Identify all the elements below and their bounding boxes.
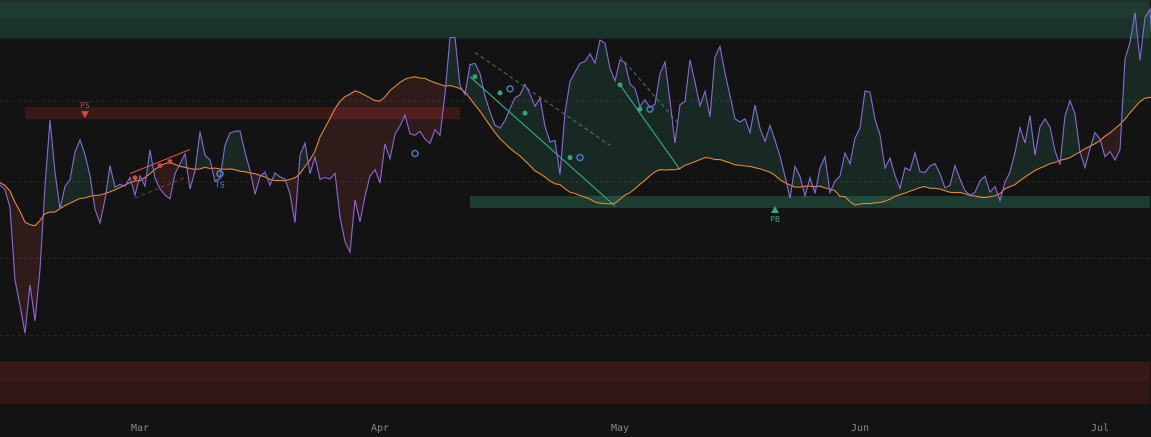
signal-label: TS <box>215 181 225 190</box>
crossover-fill <box>630 84 635 193</box>
crossover-fill <box>575 63 580 196</box>
crossover-fill <box>595 39 600 204</box>
crossover-fill <box>330 108 335 179</box>
x-tick-label: Apr <box>371 423 389 434</box>
crossover-fill <box>410 76 415 136</box>
crossover-fill <box>930 163 935 189</box>
x-tick-label: Mar <box>131 423 149 434</box>
marker-dot <box>157 163 163 169</box>
crossover-fill <box>865 90 870 204</box>
crossover-fill <box>420 77 425 139</box>
crossover-fill <box>450 37 455 87</box>
crossover-fill <box>435 82 440 136</box>
crossover-fill <box>610 68 615 205</box>
crossover-fill <box>590 53 595 203</box>
bear-zone-band <box>0 361 1150 382</box>
crossover-fill <box>425 78 430 144</box>
crossover-fill <box>680 101 685 169</box>
crossover-fill <box>535 98 540 174</box>
bull-zone-band <box>470 195 1150 209</box>
marker-dot <box>617 82 623 88</box>
marker-dot <box>637 106 643 112</box>
x-tick-label: Jun <box>851 423 869 434</box>
crossover-fill <box>165 162 170 199</box>
crossover-fill <box>345 94 350 253</box>
crossover-fill <box>920 171 925 188</box>
chart-canvas: PS TS PB Mar Apr May Jun Jul <box>0 0 1151 437</box>
bull-zone-band <box>0 0 1150 19</box>
marker-dot <box>167 159 173 165</box>
crossover-fill <box>660 62 665 171</box>
marker-dot <box>472 74 478 80</box>
crossover-fill <box>855 128 860 206</box>
crossover-fill <box>580 61 585 198</box>
oscillator-chart: PS TS PB Mar Apr May Jun Jul <box>0 0 1151 437</box>
crossover-fill <box>650 104 655 176</box>
crossover-fill <box>370 97 375 177</box>
crossover-fill <box>905 167 910 194</box>
crossover-fill <box>230 131 235 170</box>
crossover-fill <box>550 140 555 184</box>
marker-dot <box>522 110 528 116</box>
signal-label: PS <box>80 101 90 110</box>
crossover-fill <box>525 84 530 166</box>
crossover-fill <box>615 59 620 204</box>
bull-zone-band <box>0 18 1150 39</box>
crossover-fill <box>415 76 420 136</box>
crossover-fill <box>715 46 720 160</box>
marker-dot <box>567 155 573 161</box>
crossover-fill <box>235 130 240 172</box>
x-tick-label: Jul <box>1091 423 1109 434</box>
x-tick-label: May <box>611 423 629 434</box>
crossover-fill <box>735 118 740 166</box>
crossover-fill <box>600 39 605 204</box>
crossover-fill <box>570 72 575 194</box>
marker-dot <box>497 90 503 96</box>
crossover-fill <box>620 59 625 200</box>
crossover-fill <box>585 53 590 200</box>
crossover-fill <box>1145 9 1150 99</box>
bear-zone-band <box>0 381 1150 404</box>
crossover-fill <box>740 118 745 167</box>
crossover-fill <box>520 84 525 161</box>
crossover-fill <box>515 94 520 156</box>
marker-dot <box>132 175 138 181</box>
signal-label: PB <box>770 215 780 224</box>
crossover-fill <box>640 99 645 185</box>
